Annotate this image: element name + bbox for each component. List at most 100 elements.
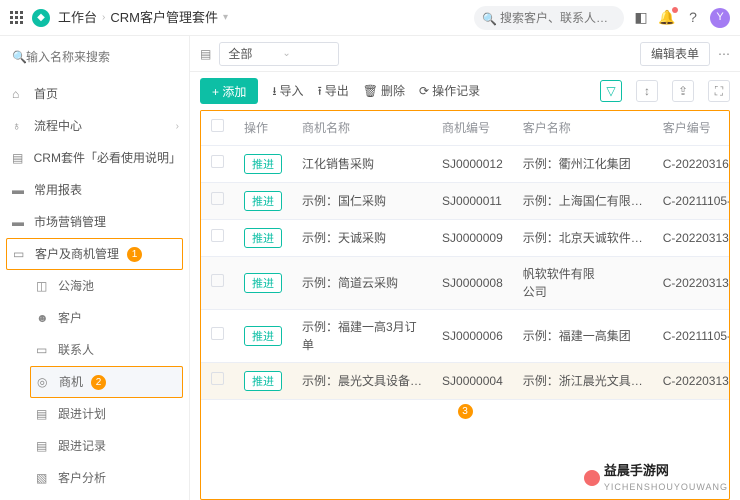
card-icon: ▭ [36, 341, 50, 359]
sidebar-subitem-label: 商机 [59, 373, 83, 391]
sidebar-item[interactable]: ▬ 市场营销管理 [0, 206, 189, 238]
checkbox[interactable] [211, 192, 224, 205]
breadcrumb: 工作台 › CRM客户管理套件 ▾ [58, 8, 228, 28]
table-header: 商机编号 [432, 111, 513, 146]
watermark-brand: 益晨手游网 [604, 461, 728, 481]
sidebar-item[interactable]: ▬常用报表 [0, 174, 189, 206]
push-button[interactable]: 推进 [244, 326, 282, 346]
sidebar-subitem[interactable]: ◫公海池 [0, 270, 189, 302]
search-icon: 🔍 [12, 48, 27, 66]
folder-open-icon: ▭ [13, 245, 27, 263]
cell-name: 示例：国仁采购 [292, 183, 432, 220]
table-header: 操作 [234, 111, 292, 146]
export-button[interactable]: ⭱ 导出 [318, 82, 349, 100]
sidebar-item-label: 流程中心 [34, 117, 82, 135]
sidebar-subitem[interactable]: ▧ 客户分析 [0, 462, 189, 494]
cell-cust: 示例：衢州江化集团 [513, 146, 653, 183]
checkbox[interactable] [211, 155, 224, 168]
checkbox[interactable] [211, 229, 224, 242]
table-row[interactable]: 推进示例：国仁采购SJ0000011示例：上海国仁有限…C-20211105-0… [201, 183, 730, 220]
view-selector[interactable]: 全部 ⌄ [219, 42, 339, 66]
delete-button[interactable]: 🗑 删除 [363, 82, 405, 100]
sidebar-item[interactable]: ▭ 客户及商机管理 1 [6, 238, 183, 270]
sidebar-subitem[interactable]: ▧商机分析 [0, 494, 189, 500]
table-row[interactable]: 推进示例：天诚采购SJ0000009示例：北京天诚软件…C-20220313-0… [201, 220, 730, 257]
cell-code: SJ0000004 [432, 363, 513, 400]
data-table: 操作商机名称商机编号客户名称客户编号客户联系人 推进江化销售采购SJ000001… [201, 111, 730, 400]
table-row[interactable]: 推进示例：晨光文具设备…SJ0000004示例：浙江晨光文具…C-2022031… [201, 363, 730, 400]
cell-ccode: C-20211105-0000004 [653, 310, 730, 363]
cell-name: 示例：福建一高3月订单 [292, 310, 432, 363]
sidebar-item[interactable]: ⌂ 首页 [0, 78, 189, 110]
home-icon: ⌂ [12, 85, 26, 103]
logo-icon: ◆ [32, 9, 50, 27]
sidebar-subitem[interactable]: ▤跟进记录 [0, 430, 189, 462]
sidebar-subitem[interactable]: ▤跟进计划 [0, 398, 189, 430]
opp-icon: ◎ [37, 373, 51, 391]
doc-icon: ▤ [12, 149, 26, 167]
apps-icon[interactable] [10, 11, 24, 25]
cell-cust: 示例：浙江晨光文具… [513, 363, 653, 400]
push-button[interactable]: 推进 [244, 228, 282, 248]
watermark-sub: YICHENSHOUYOUWANG [604, 481, 728, 495]
push-button[interactable]: 推进 [244, 191, 282, 211]
push-button[interactable]: 推进 [244, 273, 282, 293]
checkbox[interactable] [211, 274, 224, 287]
table-row[interactable]: 推进示例：简道云采购SJ0000008帆软软件有限公司C-20220313-00… [201, 257, 730, 310]
import-button[interactable]: ⭳ 导入 [272, 82, 303, 100]
cell-code: SJ0000012 [432, 146, 513, 183]
breadcrumb-workspace[interactable]: 工作台 [58, 8, 97, 28]
cell-name: 江化销售采购 [292, 146, 432, 183]
checkbox[interactable] [211, 372, 224, 385]
sidebar-subitem-label: 跟进记录 [58, 437, 106, 455]
push-button[interactable]: 推进 [244, 371, 282, 391]
more-icon[interactable]: ⋯ [718, 45, 730, 63]
add-button[interactable]: + 添加 [200, 78, 258, 104]
bell-icon[interactable]: 🔔 [658, 9, 676, 27]
layout-icon[interactable]: ▤ [200, 45, 211, 63]
sidebar-item-label: CRM套件「必看使用说明」 [34, 149, 177, 167]
expand-icon[interactable]: ⛶ [708, 80, 730, 102]
filter-icon[interactable]: ▽ [600, 80, 622, 102]
sidebar-subitem[interactable]: ◎ 商机 2 [30, 366, 183, 398]
table-row[interactable]: 推进江化销售采购SJ0000012示例：衢州江化集团C-20220316-000… [201, 146, 730, 183]
dropdown-icon[interactable]: ▾ [223, 10, 228, 25]
cell-ccode: C-20220313-0000002 [653, 220, 730, 257]
cell-name: 示例：简道云采购 [292, 257, 432, 310]
folder-icon: ▬ [12, 213, 26, 231]
sidebar-item-label: 首页 [34, 85, 58, 103]
sidebar-item[interactable]: ▤ CRM套件「必看使用说明」 [0, 142, 189, 174]
cell-code: SJ0000006 [432, 310, 513, 363]
share-icon[interactable]: ⇪ [672, 80, 694, 102]
badge: 2 [91, 375, 106, 390]
graph-icon: ▧ [36, 469, 50, 487]
push-button[interactable]: 推进 [244, 154, 282, 174]
global-search[interactable]: 🔍 [474, 6, 624, 30]
checkbox[interactable] [211, 327, 224, 340]
watermark-logo-icon [584, 470, 600, 486]
sidebar-subitem[interactable]: ▭联系人 [0, 334, 189, 366]
users-icon: ☻ [36, 309, 50, 327]
watermark: 益晨手游网 YICHENSHOUYOUWANG [584, 461, 728, 494]
cell-code: SJ0000009 [432, 220, 513, 257]
sidebar-subitem-label: 客户分析 [58, 469, 106, 487]
bookmark-icon[interactable]: ◧ [632, 9, 650, 27]
edit-form-button[interactable]: 编辑表单 [640, 42, 710, 66]
avatar[interactable]: Y [710, 8, 730, 28]
sort-icon[interactable]: ↕ [636, 80, 658, 102]
sidebar-subitem-label: 客户 [58, 309, 82, 327]
oplog-button[interactable]: ⟳ 操作记录 [419, 82, 480, 100]
help-icon[interactable]: ? [684, 9, 702, 27]
table-row[interactable]: 推进示例：福建一高3月订单SJ0000006示例：福建一高集团C-2021110… [201, 310, 730, 363]
sidebar-subitem[interactable]: ☻ 客户 [0, 302, 189, 334]
sidebar-item-label: 客户及商机管理 [35, 245, 119, 263]
breadcrumb-app[interactable]: CRM客户管理套件 [110, 8, 218, 28]
checkbox[interactable] [211, 119, 224, 132]
sidebar-filter-input[interactable] [8, 46, 185, 68]
sidebar-item[interactable]: ♁流程中心› [0, 110, 189, 142]
badge: 1 [127, 247, 142, 262]
folder-icon: ▬ [12, 181, 26, 199]
sidebar-subitem-label: 公海池 [58, 277, 94, 295]
chevron-down-icon: ⌄ [282, 46, 290, 61]
sidebar-item-label: 市场营销管理 [34, 213, 106, 231]
